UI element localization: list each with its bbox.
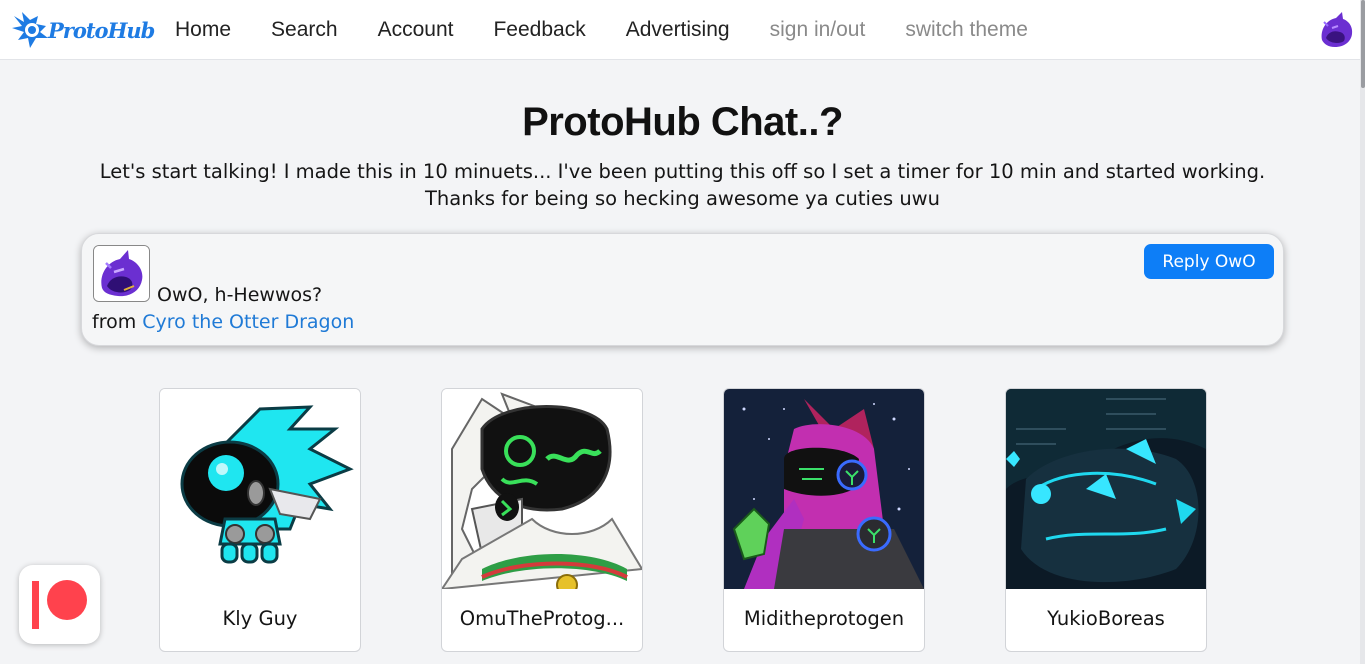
description-line-2: Thanks for being so hecking awesome ya c… [424,187,940,210]
nav-sign-in-out[interactable]: sign in/out [750,18,886,42]
profile-name: Miditheprotogen [743,607,905,630]
chat-author-avatar[interactable] [93,245,150,302]
profile-name: Kly Guy [222,607,298,630]
profile-name: YukioBoreas [1047,607,1165,630]
reply-button[interactable]: Reply OwO [1144,244,1274,279]
profile-name: OmuTheProtog... [459,607,625,630]
chat-from-line: from Cyro the Otter Dragon [92,311,354,333]
page-description: Let's start talking! I made this in 10 m… [0,158,1365,212]
profile-card[interactable]: OmuTheProtog... [441,388,643,652]
profile-card[interactable]: YukioBoreas [1005,388,1207,652]
brand-name: ProtoHub [48,17,155,43]
nav-advertising[interactable]: Advertising [606,18,750,42]
scrollbar-thumb[interactable] [1361,0,1365,88]
user-avatar-icon[interactable] [1316,10,1356,50]
chat-message-text: OwO, h-Hewwos? [157,284,323,306]
page-title: ProtoHub Chat..? [522,100,843,144]
nav-search[interactable]: Search [251,18,358,42]
brand-logo[interactable]: ProtoHub [10,8,155,52]
nav-home[interactable]: Home [155,18,251,42]
nav-links: Home Search Account Feedback Advertising… [155,0,1048,60]
purple-protogen-avatar [724,389,924,589]
nav-feedback[interactable]: Feedback [473,18,605,42]
top-navbar: ProtoHub Home Search Account Feedback Ad… [0,0,1365,60]
blue-glow-protogen-avatar [1006,389,1206,589]
nav-account[interactable]: Account [358,18,474,42]
nav-switch-theme[interactable]: switch theme [885,18,1048,42]
profile-card[interactable]: Miditheprotogen [723,388,925,652]
profile-card[interactable]: Kly Guy [159,388,361,652]
green-visor-protogen-avatar [442,389,642,589]
cyan-protogen-avatar [160,389,360,589]
patreon-icon [32,580,87,629]
description-line-1: Let's start talking! I made this in 10 m… [99,160,1266,183]
chat-from-label: from [92,311,137,333]
chat-message-card: OwO, h-Hewwos? from Cyro the Otter Drago… [81,233,1284,346]
chat-author-link[interactable]: Cyro the Otter Dragon [142,311,354,333]
patreon-button[interactable] [19,565,100,644]
